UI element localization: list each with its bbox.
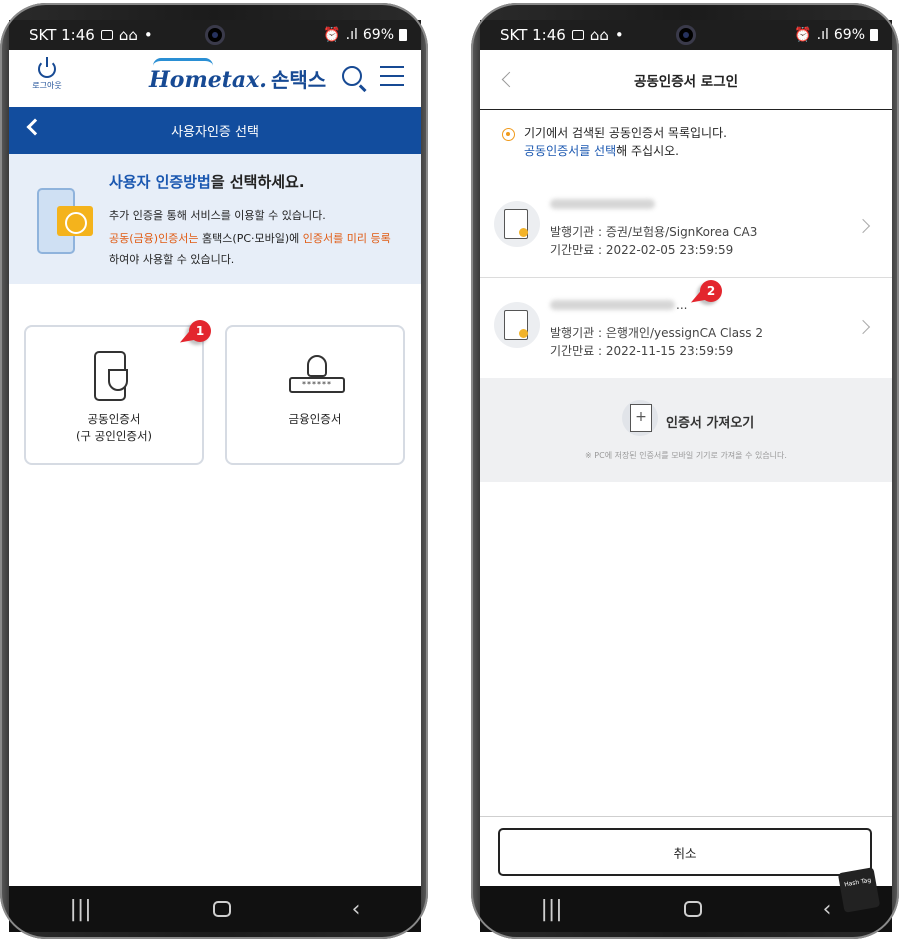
import-subtext: ※ PC에 저장된 인증서를 모바일 기기로 가져올 수 있습니다. <box>585 451 787 460</box>
status-bar: SKT 1:46 ⌂⌂ • ⏰ .ıl 69% <box>480 20 892 50</box>
phone-shield-icon <box>94 351 128 401</box>
battery-icon <box>870 29 878 41</box>
back-button[interactable]: ‹ <box>823 897 832 922</box>
password-field-icon: ****** <box>289 377 345 393</box>
info-box: 사용자 인증방법을 선택하세요. 추가 인증을 통해 서비스를 이용할 수 있습… <box>9 154 421 284</box>
financial-certificate-button[interactable]: ****** 금융인증서 <box>225 325 405 465</box>
recent-apps-button[interactable]: ||| <box>540 897 562 922</box>
add-certificate-icon <box>622 400 658 436</box>
cert-issuer: 발행기관 : 은행개인/yessignCA Class 2 <box>550 326 764 340</box>
cancel-button[interactable]: 취소 <box>498 828 872 876</box>
cert-name-blurred <box>550 199 655 209</box>
home-icon: ⌂⌂ <box>118 26 138 44</box>
phone-right: SKT 1:46 ⌂⌂ • ⏰ .ıl 69% 공동인증서 로그인 기기에서 검색된 공… <box>471 3 899 939</box>
dot-icon: • <box>143 26 153 44</box>
battery-level: 69% <box>833 27 865 43</box>
login-header: 공동인증서 로그인 <box>480 50 892 110</box>
step-badge-2: 2 <box>700 280 722 302</box>
signal-icon: .ıl <box>345 27 358 43</box>
info-icon <box>502 128 515 141</box>
cert-item-1[interactable]: 발행기관 : 증권/보험용/SignKorea CA3 기간만료 : 2022-… <box>480 177 892 277</box>
info-line-1: 추가 인증을 통해 서비스를 이용할 수 있습니다. <box>109 209 326 222</box>
cert-item-2[interactable]: ... 발행기관 : 은행개인/yessignCA Class 2 기간만료 :… <box>480 278 892 378</box>
status-bar: SKT 1:46 ⌂⌂ • ⏰ .ıl 69% <box>9 20 421 50</box>
financial-cert-label: 금융인증서 <box>288 412 342 426</box>
joint-certificate-button[interactable]: 공동인증서 (구 공인인증서) <box>24 325 204 465</box>
info-line-2: 공동(금융)인증서는 홈택스(PC·모바일)에 인증서를 미리 등록 <box>109 232 391 245</box>
lock-password-icon: ****** <box>289 355 345 397</box>
notice-line-2: 공동인증서를 선택해 주십시오. <box>524 144 679 158</box>
chevron-right-icon <box>855 319 871 335</box>
cert-name-blurred <box>550 300 675 310</box>
notice-line-1: 기기에서 검색된 공동인증서 목록입니다. <box>524 126 727 140</box>
alarm-icon: ⏰ <box>323 27 341 43</box>
logout-label: 로그아웃 <box>32 81 62 90</box>
certificate-icon <box>504 209 528 239</box>
gallery-icon <box>100 30 113 40</box>
camera-icon <box>205 25 225 45</box>
joint-cert-label: 공동인증서 <box>87 412 141 426</box>
notice-text: 기기에서 검색된 공동인증서 목록입니다. 공동인증서를 선택해 주십시오. <box>502 124 727 160</box>
camera-icon <box>676 25 696 45</box>
home-button[interactable] <box>683 901 702 917</box>
page-title: 공동인증서 로그인 <box>633 73 739 90</box>
import-title: 인증서 가져오기 <box>666 416 755 431</box>
shield-icon <box>108 369 128 391</box>
fingerprint-icon <box>57 206 93 236</box>
certificate-icon <box>504 310 528 340</box>
phone-left: SKT 1:46 ⌂⌂ • ⏰ .ıl 69% 로그아웃 Hometax. 손택스 사용… <box>0 3 428 939</box>
info-title: 사용자 인증방법을 선택하세요. <box>109 173 305 191</box>
divider <box>480 816 892 817</box>
android-nav-bar: ||| ‹ <box>9 886 421 932</box>
fingerprint-phone-illustration <box>29 180 104 265</box>
cert-expiry: 기간만료 : 2022-02-05 23:59:59 <box>550 243 734 257</box>
hometax-logo: Hometax. 손택스 <box>149 58 327 93</box>
battery-icon <box>399 29 407 41</box>
brand-ko: 손택스 <box>270 68 327 92</box>
menu-icon[interactable] <box>380 66 404 86</box>
power-icon <box>38 57 56 78</box>
dot-icon: • <box>614 26 624 44</box>
step-badge-1: 1 <box>189 320 211 342</box>
back-button[interactable]: ‹ <box>352 897 361 922</box>
signal-icon: .ıl <box>816 27 829 43</box>
recent-apps-button[interactable]: ||| <box>69 897 91 922</box>
joint-cert-sub: (구 공인인증서) <box>75 429 153 443</box>
cert-expiry: 기간만료 : 2022-11-15 23:59:59 <box>550 344 734 358</box>
back-icon[interactable] <box>26 118 44 136</box>
back-icon[interactable] <box>501 71 518 88</box>
search-icon[interactable] <box>342 66 362 86</box>
android-nav-bar: ||| ‹ <box>480 886 892 932</box>
lock-icon <box>307 355 327 377</box>
home-button[interactable] <box>212 901 231 917</box>
alarm-icon: ⏰ <box>794 27 812 43</box>
cert-login-screen: SKT 1:46 ⌂⌂ • ⏰ .ıl 69% 공동인증서 로그인 기기에서 검색된 공… <box>480 20 892 886</box>
brand-en: Hometax. <box>149 67 267 93</box>
app-header: 로그아웃 Hometax. 손택스 <box>9 50 421 107</box>
logout-button[interactable]: 로그아웃 <box>21 57 73 91</box>
hometax-screen: SKT 1:46 ⌂⌂ • ⏰ .ıl 69% 로그아웃 Hometax. 손택스 사용… <box>9 20 421 886</box>
status-time: SKT 1:46 <box>29 26 95 44</box>
battery-level: 69% <box>362 27 394 43</box>
info-line-3: 하여야 사용할 수 있습니다. <box>109 253 235 266</box>
status-time: SKT 1:46 <box>500 26 566 44</box>
import-certificate-button[interactable]: 인증서 가져오기 ※ PC에 저장된 인증서를 모바일 기기로 가져올 수 있습… <box>480 378 892 482</box>
title-bar: 사용자인증 선택 <box>9 107 421 154</box>
hashtag-watermark-logo: Hash Tag <box>837 867 881 913</box>
home-icon: ⌂⌂ <box>589 26 609 44</box>
cert-issuer: 발행기관 : 증권/보험용/SignKorea CA3 <box>550 225 758 239</box>
chevron-right-icon <box>855 218 871 234</box>
roof-icon <box>153 58 213 66</box>
cert-name-ellipsis: ... <box>676 298 688 312</box>
page-title: 사용자인증 선택 <box>171 125 259 140</box>
gallery-icon <box>571 30 584 40</box>
